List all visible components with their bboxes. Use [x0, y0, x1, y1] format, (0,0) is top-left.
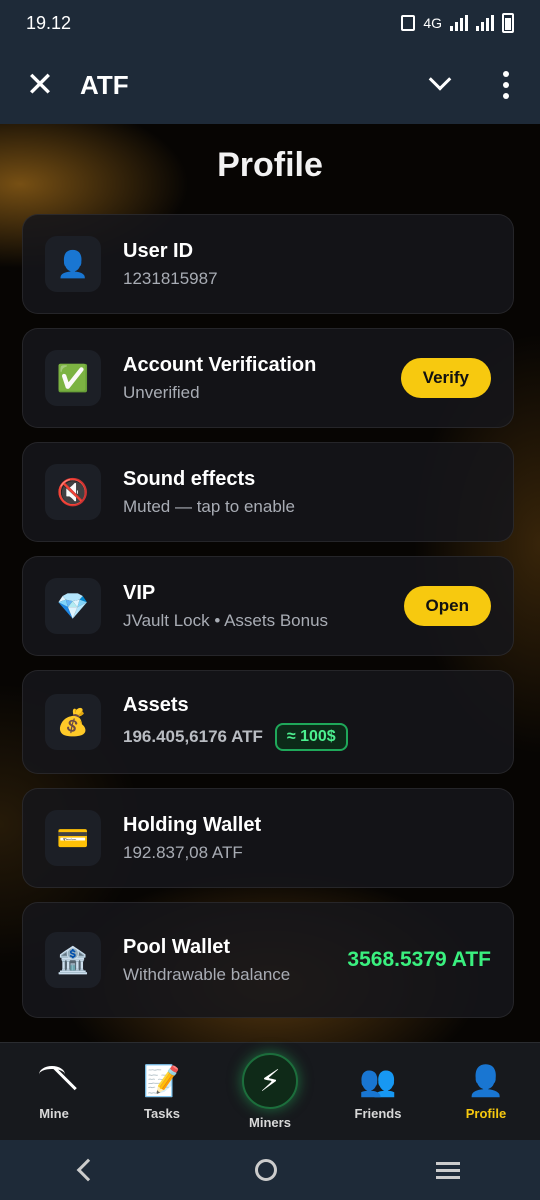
verification-status: Unverified [123, 382, 200, 402]
pool-wallet-card: 🏦 Pool Wallet Withdrawable balance 3568.… [22, 902, 514, 1018]
check-icon: ✅ [45, 350, 101, 406]
back-icon[interactable] [76, 1158, 99, 1182]
lightning-icon: ⚡ [242, 1053, 298, 1109]
home-icon[interactable] [254, 1159, 277, 1181]
sound-status: Muted — tap to enable [123, 496, 296, 516]
pickaxe-icon [39, 1066, 69, 1096]
status-time: 19.12 [26, 12, 72, 33]
status-bar: 19.12 4G [0, 0, 540, 46]
pool-wallet-title: Pool Wallet [123, 935, 231, 958]
signal-icon [450, 15, 468, 31]
sound-title: Sound effects [123, 467, 256, 490]
credit-card-icon: 💳 [45, 810, 101, 866]
pool-wallet-amount: 3568.5379 ATF [347, 948, 491, 971]
more-vertical-icon [503, 71, 509, 77]
bank-icon: 🏦 [45, 932, 101, 988]
pool-wallet-label: Withdrawable balance [123, 964, 291, 984]
bottom-nav: Mine 📝 Tasks ⚡ Miners 👥 Friends 👤 Profil… [0, 1042, 540, 1140]
diamond-icon: 💎 [45, 578, 101, 634]
person-icon: 👤 [45, 236, 101, 292]
nav-mine[interactable]: Mine [0, 1043, 108, 1140]
vip-title: VIP [123, 581, 156, 604]
muted-speaker-icon: 🔇 [45, 464, 101, 520]
status-icons: 4G [401, 13, 514, 33]
people-icon: 👥 [359, 1064, 397, 1098]
holding-wallet-value: 192.837,08 ATF [123, 842, 243, 862]
close-button[interactable]: ✕ [0, 46, 80, 124]
open-vip-button[interactable]: Open [403, 586, 491, 626]
collapse-button[interactable] [408, 46, 472, 124]
nav-mine-label: Mine [39, 1106, 69, 1121]
sound-effects-card[interactable]: 🔇 Sound effects Muted — tap to enable [22, 442, 514, 542]
nav-tasks-label: Tasks [144, 1106, 180, 1121]
vip-description: JVault Lock • Assets Bonus [123, 610, 329, 630]
memo-icon: 📝 [143, 1064, 181, 1098]
nav-miners-label: Miners [249, 1115, 291, 1130]
holding-wallet-card: 💳 Holding Wallet 192.837,08 ATF [22, 788, 514, 888]
signal-icon-2 [476, 15, 494, 31]
nav-tasks[interactable]: 📝 Tasks [108, 1043, 216, 1140]
assets-title: Assets [123, 693, 189, 716]
nav-profile-label: Profile [465, 1106, 507, 1121]
person-icon: 👤 [467, 1064, 505, 1098]
chevron-down-icon [428, 68, 452, 91]
vibrate-icon [401, 15, 416, 31]
user-id-title: User ID [123, 239, 194, 262]
app-title: ATF [80, 69, 129, 100]
system-nav-bar [0, 1140, 540, 1200]
verification-card: ✅ Account Verification Unverified Verify [22, 328, 514, 428]
assets-card: 💰 Assets 196.405,6176 ATF ≈ 100$ [22, 670, 514, 774]
user-id-value: 1231815987 [123, 268, 218, 288]
profile-page: Profile 👤 User ID 1231815987 ✅ Account V… [0, 124, 540, 1042]
user-id-card: 👤 User ID 1231815987 [22, 214, 514, 314]
holding-wallet-title: Holding Wallet [123, 813, 262, 836]
usd-value-badge: ≈ 100$ [274, 722, 348, 751]
app-header: ✕ ATF [0, 46, 540, 124]
nav-friends[interactable]: 👥 Friends [324, 1043, 432, 1140]
assets-value: 196.405,6176 ATF [123, 726, 263, 746]
nav-friends-label: Friends [354, 1106, 402, 1121]
money-bag-icon: 💰 [45, 694, 101, 750]
vip-card: 💎 VIP JVault Lock • Assets Bonus Open [22, 556, 514, 656]
more-menu-button[interactable] [472, 46, 540, 124]
nav-miners[interactable]: ⚡ Miners [216, 1043, 324, 1140]
page-title: Profile [217, 146, 323, 184]
verification-title: Account Verification [123, 353, 317, 376]
recent-apps-icon[interactable] [436, 1161, 461, 1179]
network-label: 4G [423, 15, 442, 31]
close-icon: ✕ [25, 66, 55, 104]
battery-icon [502, 13, 514, 33]
nav-profile[interactable]: 👤 Profile [432, 1043, 540, 1140]
verify-button[interactable]: Verify [400, 358, 491, 398]
